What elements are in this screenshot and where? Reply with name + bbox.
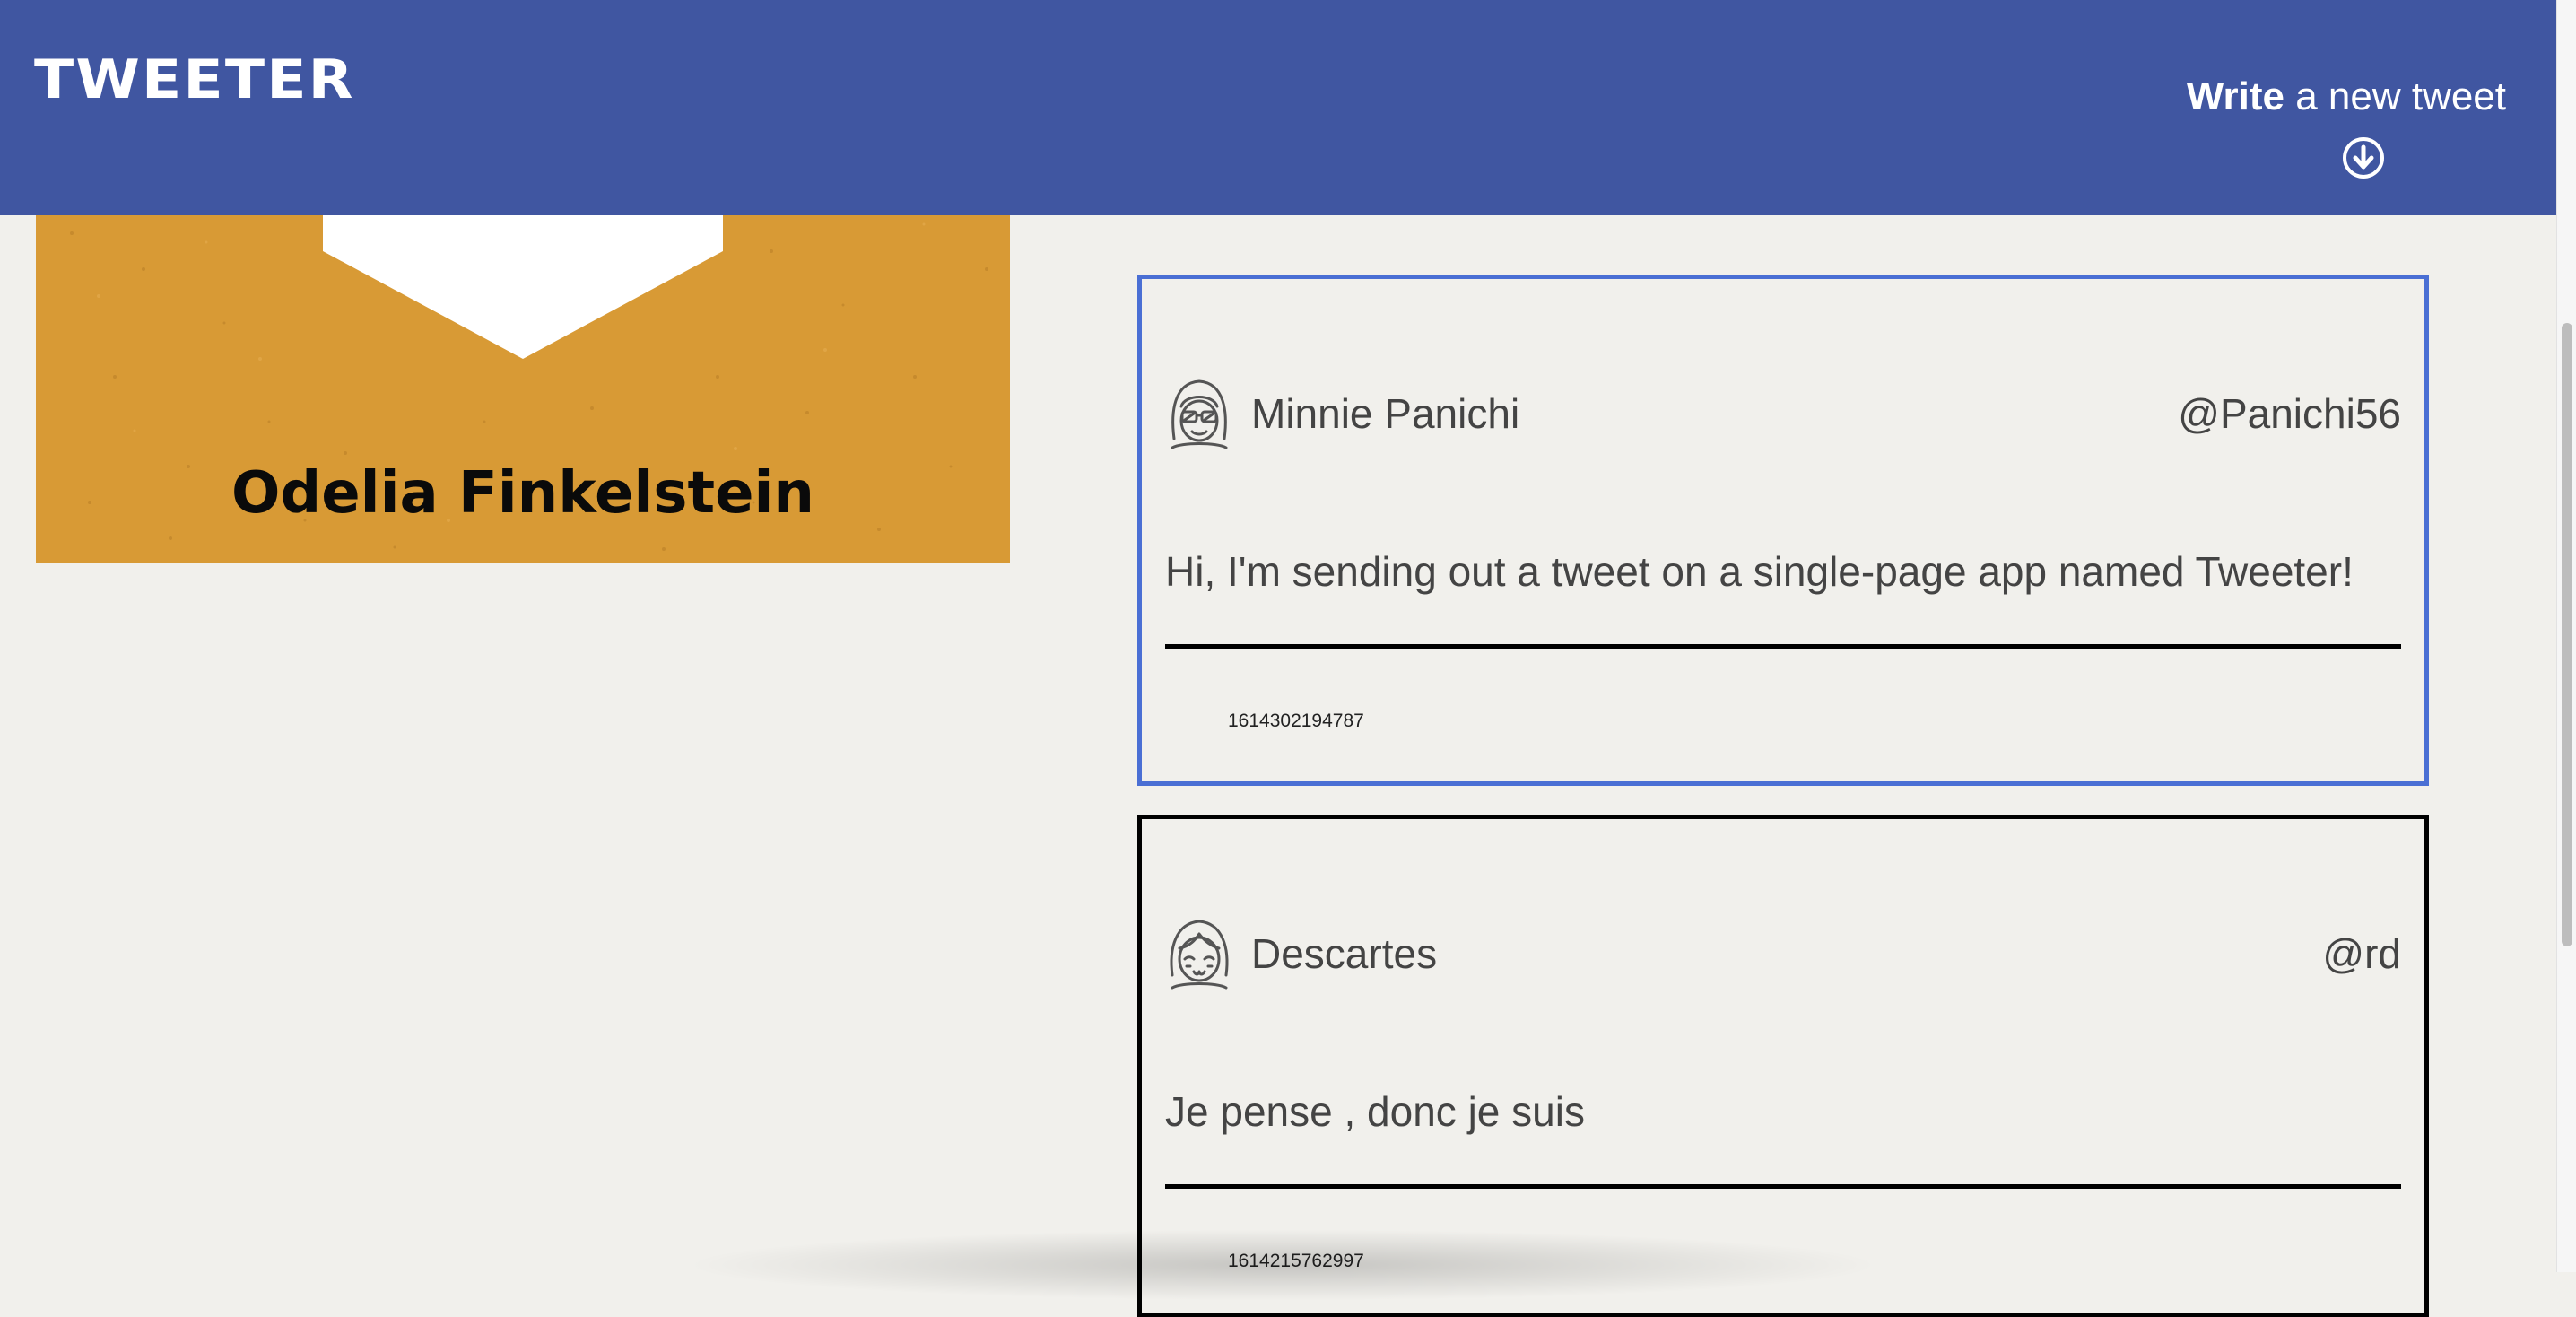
tweet-author-handle: @Panichi56	[2178, 390, 2401, 437]
tweet-timestamp: 1614215762997	[1228, 1251, 1364, 1271]
tweet-timestamp: 1614302194787	[1228, 711, 1364, 731]
scrollbar-thumb[interactable]	[2562, 323, 2572, 946]
tweet-header: Descartes @rd	[1165, 916, 2401, 997]
brand-logo[interactable]: TWEETER	[34, 48, 355, 111]
compose-label-rest: a new tweet	[2284, 74, 2506, 118]
top-nav-bar: TWEETER Write a new tweet	[0, 0, 2556, 215]
arrow-down-circle-icon[interactable]	[2341, 135, 2386, 180]
smiling-avatar-icon	[1170, 920, 1229, 990]
tweet-author-handle: @rd	[2322, 930, 2401, 977]
compose-label-bold: Write	[2186, 74, 2284, 118]
tweet-author-name: Descartes	[1251, 930, 1438, 977]
tweet-header: Minnie Panichi @Panichi56	[1165, 376, 2401, 457]
tweet-divider	[1165, 1184, 2401, 1189]
tweet-divider	[1165, 644, 2401, 649]
tweet-card[interactable]: Descartes @rd Je pense , donc je suis 16…	[1137, 815, 2429, 1317]
sunglasses-avatar-icon	[1171, 379, 1228, 449]
write-new-tweet-button[interactable]: Write a new tweet	[2187, 70, 2506, 124]
tweet-author-name: Minnie Panichi	[1251, 390, 1520, 437]
tweet-card[interactable]: Minnie Panichi @Panichi56 Hi, I'm sendin…	[1137, 275, 2429, 786]
tweet-text: Hi, I'm sending out a tweet on a single-…	[1165, 548, 2354, 595]
profile-name: Odelia Finkelstein	[231, 460, 814, 527]
tweet-text: Je pense , donc je suis	[1165, 1088, 1585, 1135]
